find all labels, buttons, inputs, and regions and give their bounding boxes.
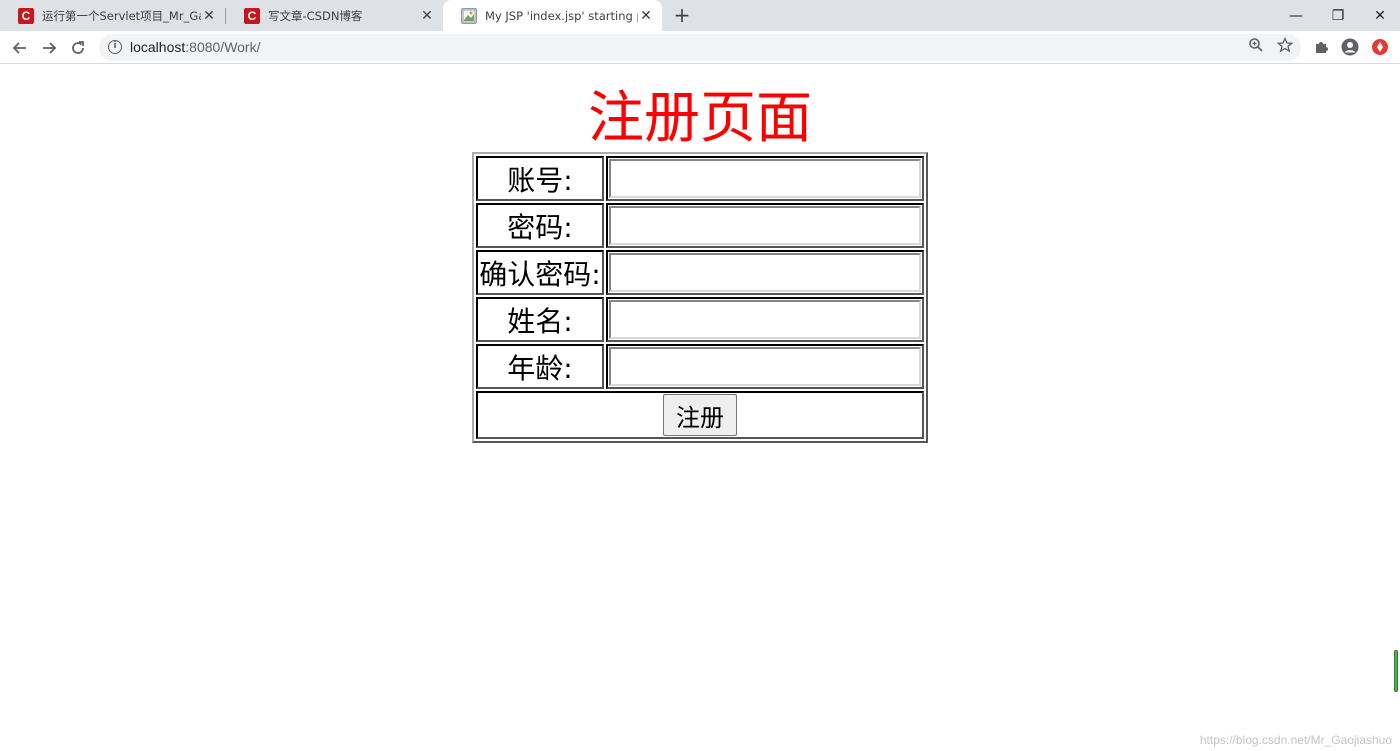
page-title: 注册页面 <box>588 86 812 151</box>
url-host: localhost <box>130 39 186 55</box>
confirm-password-label: 确认密码: <box>476 250 604 295</box>
restore-button[interactable]: ❐ <box>1316 0 1360 31</box>
tab-write-article[interactable]: C 写文章-CSDN博客 ✕ <box>226 0 443 31</box>
tab-strip: C 运行第一个Servlet项目_Mr_Gao ✕ C 写文章-CSDN博客 ✕… <box>0 0 1400 31</box>
address-bar[interactable]: i localhost:8080/Work/ <box>99 34 1301 61</box>
age-label: 年龄: <box>476 344 604 389</box>
browser-toolbar: i localhost:8080/Work/ <box>0 31 1400 64</box>
confirm-password-input[interactable] <box>609 253 921 292</box>
form-row-password: 密码: <box>476 203 924 248</box>
site-info-icon[interactable]: i <box>108 40 122 54</box>
close-tab-icon[interactable]: ✕ <box>419 8 435 24</box>
minimize-button[interactable]: — <box>1274 0 1318 31</box>
tab-title: 写文章-CSDN博客 <box>268 8 363 23</box>
image-favicon-icon <box>461 7 477 24</box>
account-input[interactable] <box>609 159 921 198</box>
tab-index-jsp[interactable]: My JSP 'index.jsp' starting pag ✕ <box>443 0 662 31</box>
reload-icon[interactable] <box>67 37 89 59</box>
url-text[interactable]: localhost:8080/Work/ <box>130 39 261 55</box>
extensions-puzzle-icon[interactable] <box>1312 38 1330 56</box>
close-tab-icon[interactable]: ✕ <box>638 8 654 24</box>
extension-badge-icon[interactable] <box>1371 38 1389 56</box>
profile-avatar-icon[interactable] <box>1341 38 1359 56</box>
tab-title: My JSP 'index.jsp' starting pag <box>485 8 638 23</box>
watermark: https://blog.csdn.net/Mr_Gaojiashuo <box>1199 733 1392 747</box>
name-input[interactable] <box>609 300 921 339</box>
csdn-favicon-icon: C <box>244 7 260 24</box>
page-content: 注册页面 账号: 密码: 确认密码: 姓名: 年龄: 注册 https://bl… <box>0 65 1400 751</box>
form-row-account: 账号: <box>476 156 924 201</box>
account-label: 账号: <box>476 156 604 201</box>
zoom-icon[interactable] <box>1247 37 1265 55</box>
close-window-button[interactable]: ✕ <box>1358 0 1400 31</box>
form-row-name: 姓名: <box>476 297 924 342</box>
password-label: 密码: <box>476 203 604 248</box>
form-row-confirm-password: 确认密码: <box>476 250 924 295</box>
url-path: :8080/Work/ <box>185 39 261 55</box>
register-button[interactable]: 注册 <box>663 394 737 436</box>
name-label: 姓名: <box>476 297 604 342</box>
forward-arrow-icon[interactable] <box>38 37 60 59</box>
form-row-submit: 注册 <box>476 391 924 439</box>
password-input[interactable] <box>609 206 921 245</box>
csdn-favicon-icon: C <box>18 7 34 24</box>
tab-title: 运行第一个Servlet项目_Mr_Gao <box>42 8 201 23</box>
age-input[interactable] <box>609 347 921 386</box>
back-arrow-icon[interactable] <box>9 37 31 59</box>
tab-servlet-article[interactable]: C 运行第一个Servlet项目_Mr_Gao ✕ <box>0 0 225 31</box>
scrollbar-thumb[interactable] <box>1394 650 1398 692</box>
new-tab-button[interactable]: + <box>672 5 692 25</box>
registration-form: 账号: 密码: 确认密码: 姓名: 年龄: 注册 <box>472 152 928 443</box>
close-tab-icon[interactable]: ✕ <box>201 8 217 24</box>
form-row-age: 年龄: <box>476 344 924 389</box>
bookmark-star-icon[interactable] <box>1276 36 1294 55</box>
